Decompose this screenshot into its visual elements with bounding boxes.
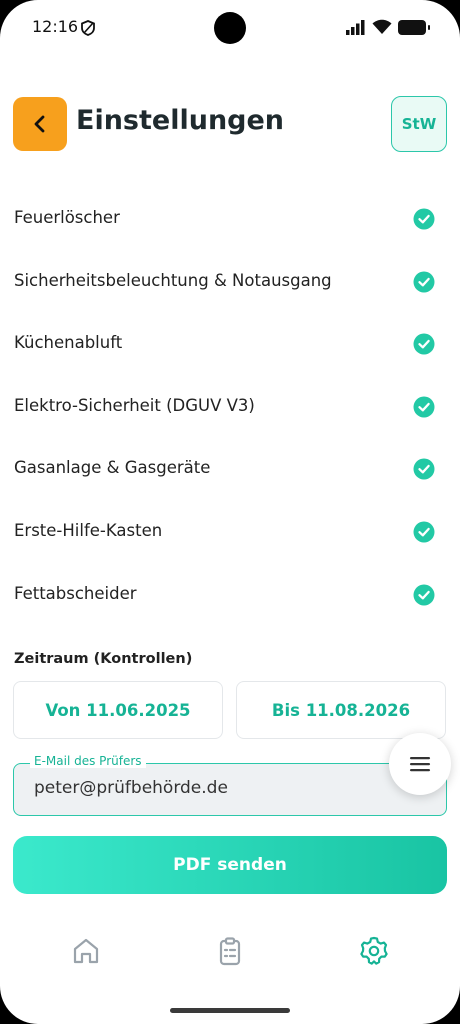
list-item-label: Erste-Hilfe-Kasten [14,520,163,540]
list-item-label: Feuerlöscher [14,208,120,227]
bottom-navigation [0,925,460,981]
check-circle-icon[interactable] [413,396,435,418]
home-indicator[interactable] [170,1008,290,1013]
checklist: Feuerlöscher Sicherheitsbeleuchtung & No… [0,188,460,626]
chevron-left-icon [34,115,45,133]
back-button[interactable] [13,97,67,151]
home-icon[interactable] [70,935,102,967]
app-header: Einstellungen StW [0,88,460,168]
email-field-label: E-Mail des Prüfers [30,754,146,768]
check-circle-icon[interactable] [413,271,435,293]
check-circle-icon[interactable] [413,208,435,230]
pdf-send-button[interactable]: PDF senden [13,836,447,894]
battery-icon [398,20,430,35]
list-item[interactable]: Erste-Hilfe-Kasten [0,501,460,564]
wifi-icon [372,19,392,34]
list-item[interactable]: Feuerlöscher [0,188,460,251]
phone-screen: 12:16 Einstellungen StW Feuerlöscher Sic… [0,0,460,1024]
date-to-button[interactable]: Bis 11.08.2026 [236,681,446,739]
check-circle-icon[interactable] [413,458,435,480]
list-item-label: Küchenabluft [14,333,123,353]
avatar[interactable]: StW [391,96,447,152]
camera-cutout [214,12,246,44]
check-circle-icon[interactable] [413,521,435,543]
period-label: Zeitraum (Kontrollen) [14,651,193,667]
list-item[interactable]: Küchenabluft [0,313,460,376]
list-item-label: Gasanlage & Gasgeräte [14,458,211,478]
settings-icon[interactable] [358,935,390,967]
clipboard-icon[interactable] [214,935,246,967]
page-title: Einstellungen [76,105,285,136]
list-item[interactable]: Elektro-Sicherheit (DGUV V3) [0,376,460,439]
menu-icon [410,757,430,772]
list-item[interactable]: Fettabscheider [0,564,460,627]
list-item-label: Elektro-Sicherheit (DGUV V3) [14,395,255,415]
status-bar: 12:16 [0,0,460,56]
shield-icon [81,20,95,36]
check-circle-icon[interactable] [413,333,435,355]
email-field-value[interactable]: peter@prüfbehörde.de [34,778,228,798]
list-item[interactable]: Sicherheitsbeleuchtung & Notausgang [0,251,460,314]
status-time: 12:16 [32,17,79,36]
date-from-button[interactable]: Von 11.06.2025 [13,681,223,739]
menu-button[interactable] [389,733,451,795]
list-item-label: Fettabscheider [14,583,137,603]
check-circle-icon[interactable] [413,584,435,606]
list-item-label: Sicherheitsbeleuchtung & Notausgang [14,270,332,290]
signal-icon [346,20,365,35]
list-item[interactable]: Gasanlage & Gasgeräte [0,438,460,501]
